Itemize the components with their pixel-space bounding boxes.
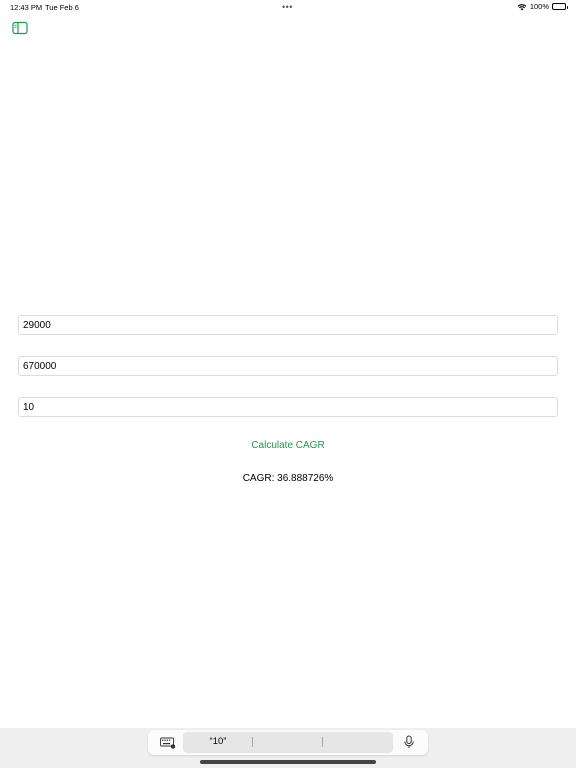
mic-icon[interactable] bbox=[403, 735, 415, 749]
suggestion-word[interactable]: “10” bbox=[190, 736, 246, 747]
sidebar-toggle-icon[interactable] bbox=[12, 21, 28, 35]
home-indicator bbox=[200, 760, 376, 764]
status-date: Tue Feb 6 bbox=[45, 3, 79, 12]
battery-icon bbox=[552, 3, 568, 10]
suggestion-divider bbox=[252, 737, 253, 747]
status-time: 12:43 PM bbox=[10, 3, 43, 12]
status-right: 100% bbox=[517, 2, 568, 11]
cagr-result: CAGR: 36.888726% bbox=[242, 473, 334, 484]
status-bar: 12:43 PM Tue Feb 6 ••• 100% bbox=[0, 0, 576, 14]
multitasking-dots[interactable]: ••• bbox=[282, 2, 293, 12]
years-field[interactable] bbox=[18, 397, 558, 417]
suggestion-divider bbox=[322, 737, 323, 747]
keyboard-icon[interactable] bbox=[160, 736, 176, 749]
final-value-field[interactable] bbox=[18, 356, 558, 376]
calculate-cagr-button[interactable]: Calculate CAGR bbox=[238, 436, 338, 454]
initial-value-field[interactable] bbox=[18, 315, 558, 335]
wifi-icon bbox=[517, 3, 527, 11]
battery-percent: 100% bbox=[529, 2, 549, 11]
